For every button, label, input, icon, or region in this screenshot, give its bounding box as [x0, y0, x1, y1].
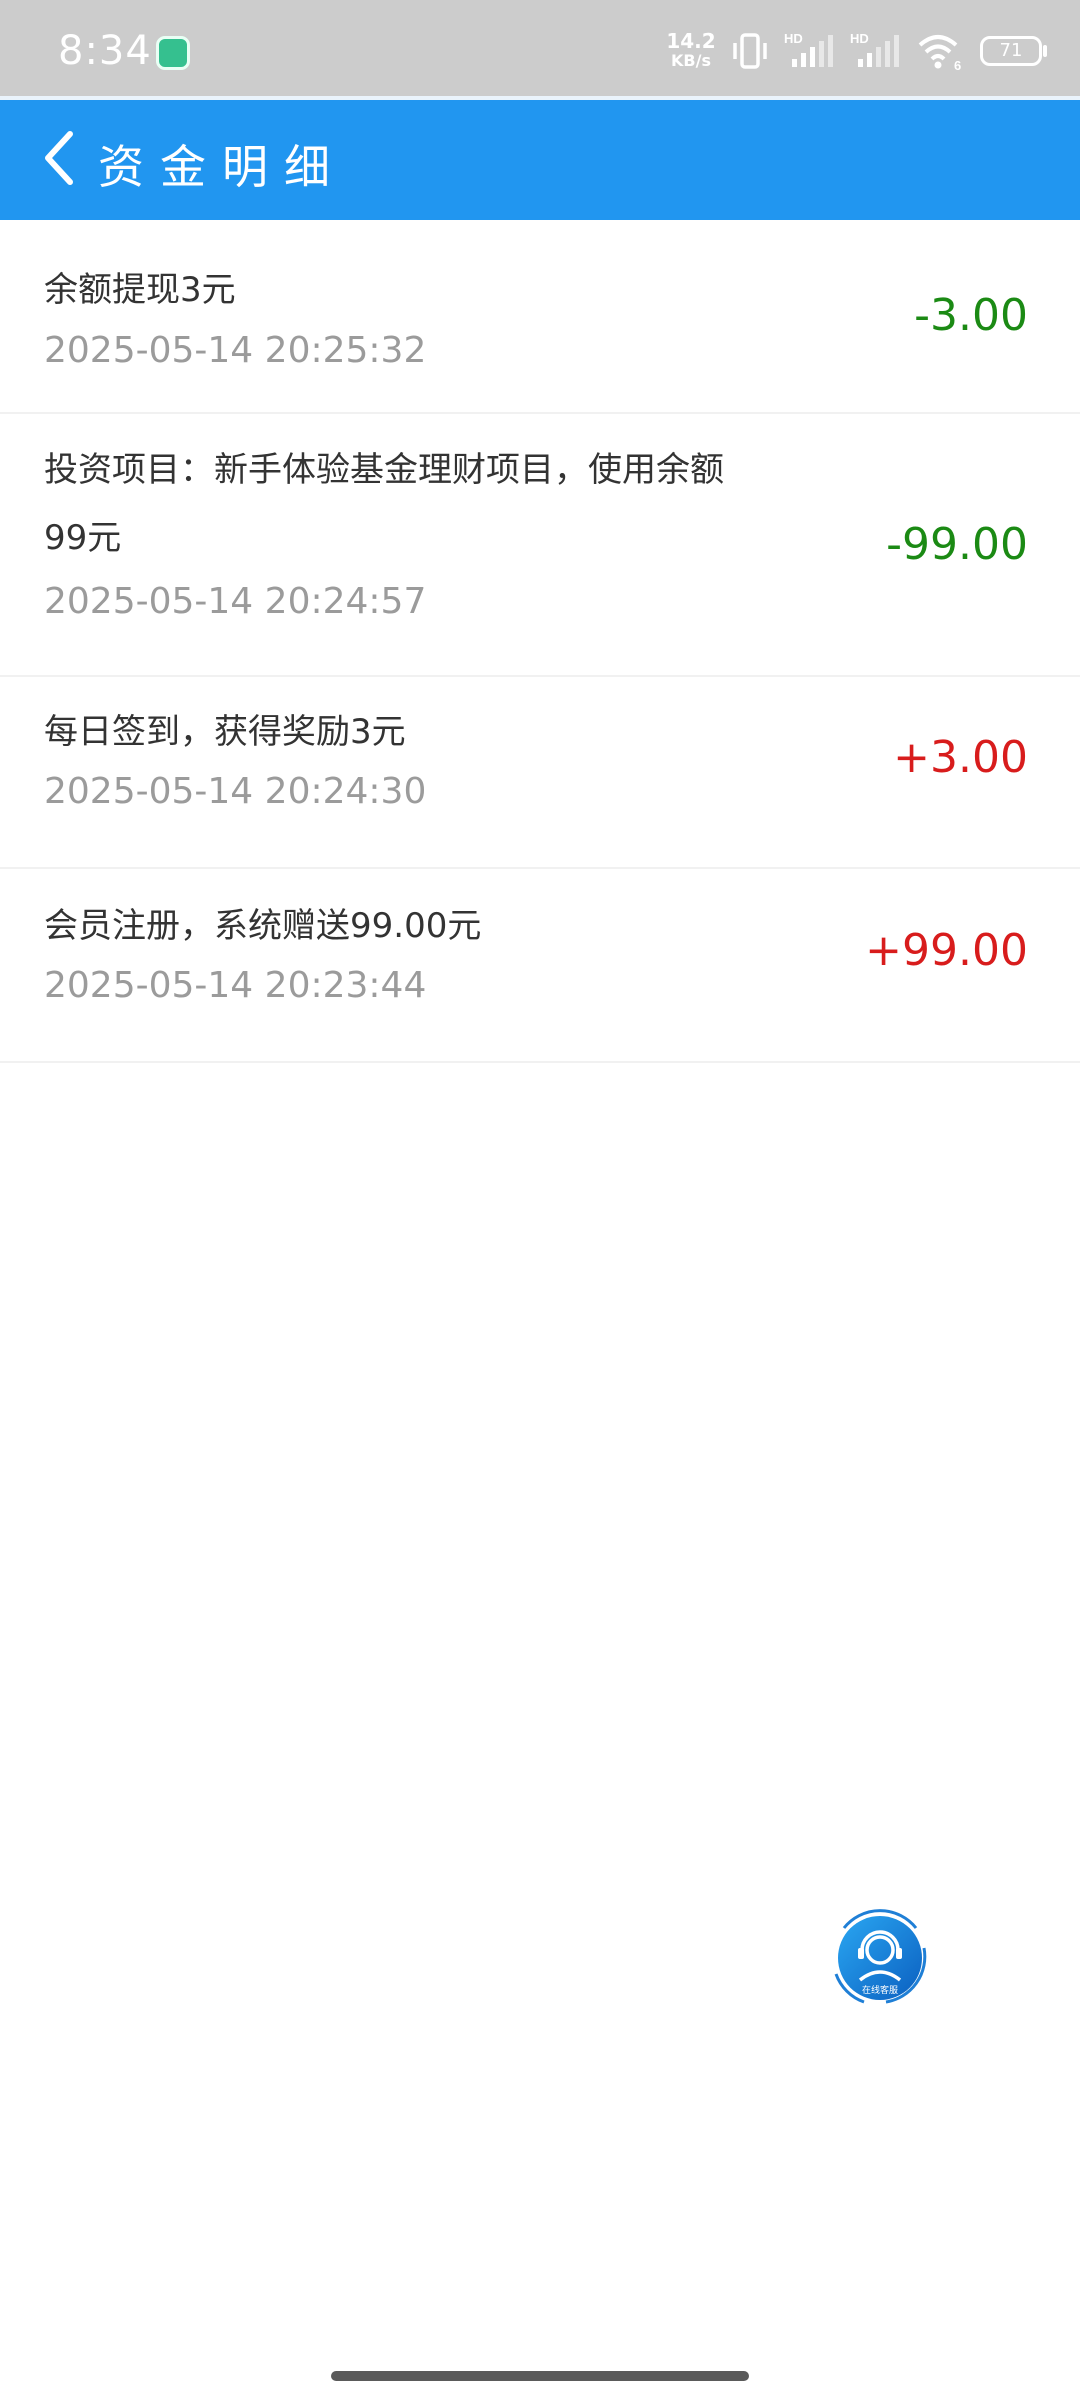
transaction-time: 2025-05-14 20:24:57	[44, 581, 427, 622]
signal-icon: HD	[784, 31, 833, 67]
transaction-title: 每日签到，获得奖励3元	[44, 712, 406, 752]
status-icons: 14.2 KB/s HD HD 6 71	[666, 26, 1047, 76]
vibrate-icon	[733, 33, 767, 69]
signal-icon: HD	[850, 31, 899, 67]
net-speed-unit: KB/s	[671, 51, 711, 70]
list-item[interactable]: 投资项目：新手体验基金理财项目，使用余额99元 2025-05-14 20:24…	[0, 414, 1080, 677]
transaction-time: 2025-05-14 20:23:44	[44, 965, 427, 1006]
transaction-time: 2025-05-14 20:24:30	[44, 771, 427, 812]
customer-service-icon: 在线客服	[834, 1909, 927, 2004]
status-bar: 8:34 14.2 KB/s HD HD 6 71	[0, 0, 1080, 96]
app-notification-icon	[156, 36, 190, 70]
transaction-title: 余额提现3元	[44, 270, 236, 310]
transaction-title: 投资项目：新手体验基金理财项目，使用余额99元	[44, 450, 724, 558]
list-item[interactable]: 每日签到，获得奖励3元 2025-05-14 20:24:30 +3.00	[0, 677, 1080, 869]
chevron-left-icon	[45, 131, 73, 185]
wifi-icon: 6	[918, 35, 961, 71]
home-indicator[interactable]	[331, 2371, 749, 2381]
network-label: HD	[784, 31, 803, 46]
transaction-list: 余额提现3元 2025-05-14 20:25:32 -3.00 投资项目：新手…	[0, 220, 1080, 1063]
app-header: 资金明细	[0, 96, 1080, 220]
customer-service-button[interactable]: 在线客服	[826, 1904, 934, 2012]
page-title: 资金明细	[98, 140, 346, 194]
transaction-amount: +3.00	[893, 732, 1028, 783]
list-item[interactable]: 会员注册，系统赠送99.00元 2025-05-14 20:23:44 +99.…	[0, 869, 1080, 1063]
wifi-label: 6	[954, 58, 961, 71]
customer-service-label: 在线客服	[862, 1984, 898, 1996]
network-label: HD	[850, 31, 869, 46]
net-speed: 14.2 KB/s	[666, 31, 716, 71]
status-time: 8:34	[58, 28, 152, 74]
battery-icon: 71	[980, 36, 1047, 66]
transaction-title: 会员注册，系统赠送99.00元	[44, 906, 482, 946]
transaction-time: 2025-05-14 20:25:32	[44, 330, 427, 371]
net-speed-value: 14.2	[666, 29, 716, 53]
transaction-amount: -99.00	[886, 519, 1028, 570]
transaction-amount: +99.00	[865, 925, 1028, 976]
list-item[interactable]: 余额提现3元 2025-05-14 20:25:32 -3.00	[0, 220, 1080, 414]
back-button[interactable]	[24, 122, 96, 194]
transaction-amount: -3.00	[914, 290, 1028, 341]
